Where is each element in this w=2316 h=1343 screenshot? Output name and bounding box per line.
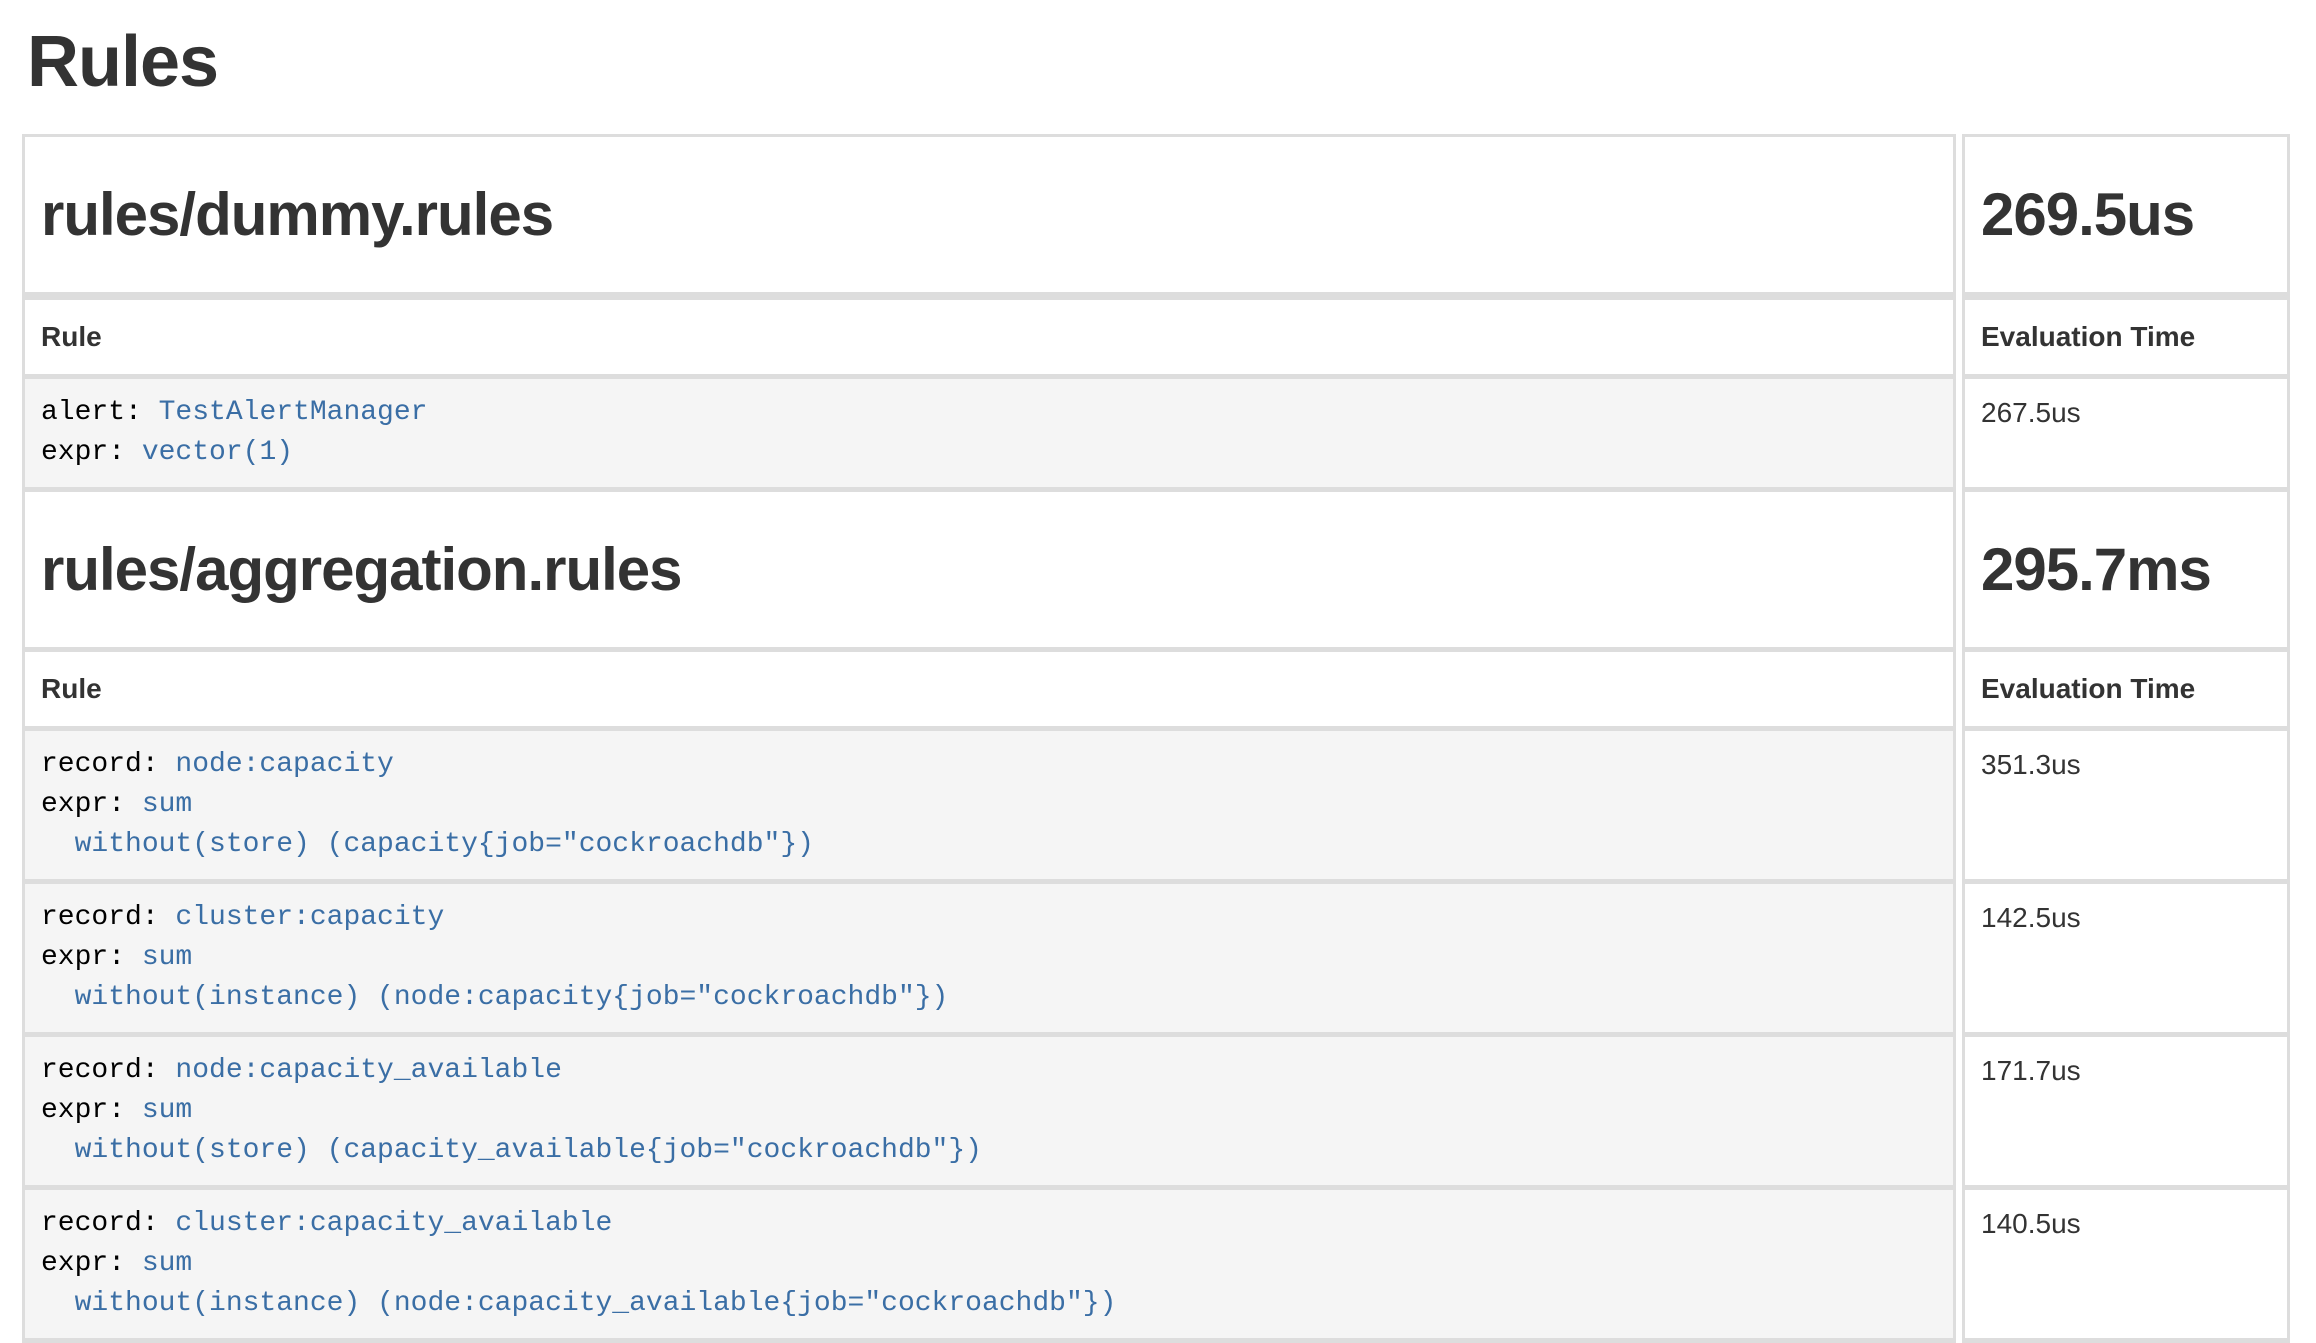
rule-eval-time: 351.3us: [1962, 731, 2290, 884]
expr-label: expr:: [41, 1095, 142, 1126]
rule-kind-label: record:: [41, 1055, 175, 1086]
page-title: Rules: [22, 0, 2290, 102]
rule-kind-label: alert:: [41, 397, 159, 428]
rule-group-file: rules/aggregation.rules: [41, 530, 1937, 610]
rule-kind-label: record:: [41, 1208, 175, 1239]
rule-eval-time: 171.7us: [1962, 1037, 2290, 1190]
rule-expr-link[interactable]: vector(1): [142, 437, 293, 468]
rule-expr-link[interactable]: sum without(instance) (node:capacity{job…: [41, 942, 948, 1013]
rule-definition: alert: TestAlertManager expr: vector(1): [41, 393, 1937, 473]
rule-definition: record: cluster:capacity expr: sum witho…: [41, 898, 1937, 1018]
rule-eval-time: 267.5us: [1962, 379, 2290, 492]
rule-cell: alert: TestAlertManager expr: vector(1): [22, 379, 1956, 492]
eval-time-column-header: Evaluation Time: [1962, 652, 2290, 731]
rule-definition: record: node:capacity expr: sum without(…: [41, 745, 1937, 865]
expr-label: expr:: [41, 437, 142, 468]
rule-group-file: rules/dummy.rules: [41, 175, 1937, 255]
rule-kind-label: record:: [41, 902, 175, 933]
expr-label: expr:: [41, 789, 142, 820]
rules-table: rules/dummy.rules 269.5us Rule Evaluatio…: [22, 134, 2290, 1343]
rule-expr-link[interactable]: sum without(store) (capacity_available{j…: [41, 1095, 982, 1166]
rule-cell: record: cluster:capacity_available expr:…: [22, 1190, 1956, 1343]
expr-label: expr:: [41, 1248, 142, 1279]
rule-eval-time: 142.5us: [1962, 884, 2290, 1037]
rule-definition: record: cluster:capacity_available expr:…: [41, 1204, 1937, 1324]
rule-name-link[interactable]: TestAlertManager: [159, 397, 428, 428]
rule-expr-link[interactable]: sum without(store) (capacity{job="cockro…: [41, 789, 814, 860]
rule-cell: record: node:capacity_available expr: su…: [22, 1037, 1956, 1190]
rule-name-link[interactable]: cluster:capacity_available: [175, 1208, 612, 1239]
rule-group-eval-time: 269.5us: [1981, 175, 2271, 255]
rule-group-eval-time: 295.7ms: [1981, 530, 2271, 610]
rule-expr-link[interactable]: sum without(instance) (node:capacity_ava…: [41, 1248, 1116, 1319]
rule-cell: record: cluster:capacity expr: sum witho…: [22, 884, 1956, 1037]
rules-page: Rules rules/dummy.rules 269.5us Rule Eva…: [0, 0, 2316, 1343]
rule-cell: record: node:capacity expr: sum without(…: [22, 731, 1956, 884]
rule-group-eval-time-cell: 269.5us: [1962, 134, 2290, 297]
rule-group-eval-time-cell: 295.7ms: [1962, 492, 2290, 652]
rule-column-header: Rule: [22, 297, 1956, 379]
rule-name-link[interactable]: node:capacity: [175, 749, 393, 780]
rule-group-title-cell: rules/aggregation.rules: [22, 492, 1956, 652]
rule-group-title-cell: rules/dummy.rules: [22, 134, 1956, 297]
rule-column-header: Rule: [22, 652, 1956, 731]
rule-name-link[interactable]: node:capacity_available: [175, 1055, 561, 1086]
rule-kind-label: record:: [41, 749, 175, 780]
expr-label: expr:: [41, 942, 142, 973]
rule-definition: record: node:capacity_available expr: su…: [41, 1051, 1937, 1171]
rule-name-link[interactable]: cluster:capacity: [175, 902, 444, 933]
eval-time-column-header: Evaluation Time: [1962, 297, 2290, 379]
rule-eval-time: 140.5us: [1962, 1190, 2290, 1343]
